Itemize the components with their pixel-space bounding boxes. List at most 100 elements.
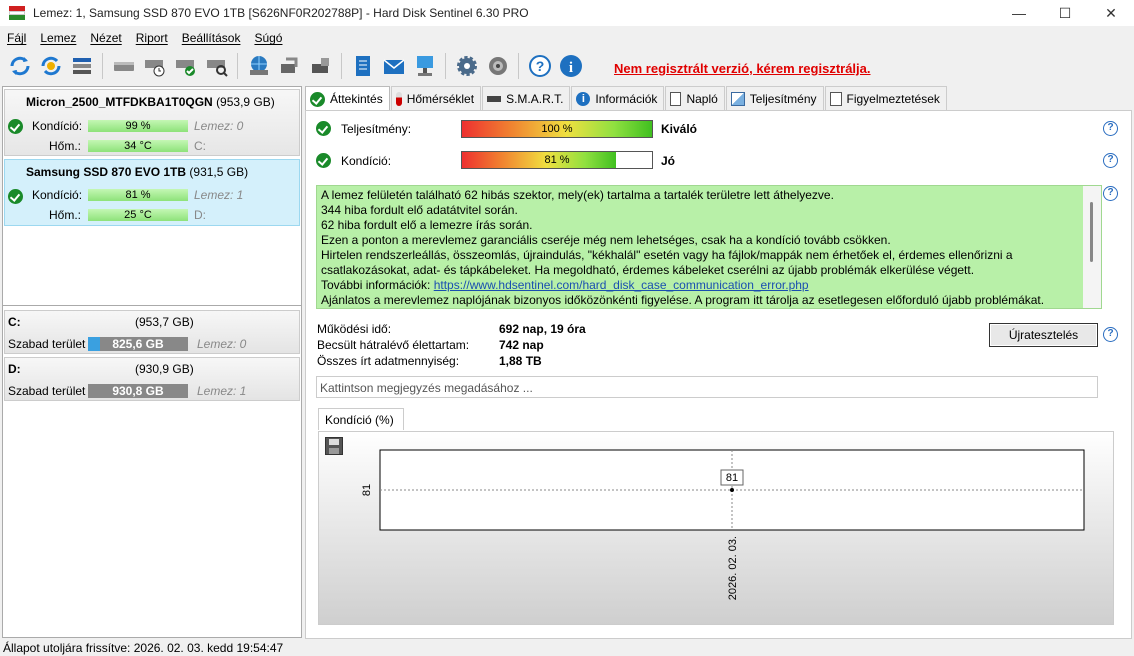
partition-item-c[interactable]: C: (953,7 GB) Szabad terület 825,6 GB Le… [4, 310, 300, 354]
partition-item-d[interactable]: D: (930,9 GB) Szabad terület 930,8 GB Le… [4, 357, 300, 401]
temp-bar: 34 °C [88, 140, 188, 152]
disk-item-samsung[interactable]: Samsung SSD 870 EVO 1TB (931,5 GB) Kondí… [4, 159, 300, 226]
more-info-link[interactable]: https://www.hdsentinel.com/hard_disk_cas… [434, 278, 809, 292]
condition-bar: 99 % [88, 120, 188, 132]
ok-icon [310, 91, 325, 107]
document-icon [670, 91, 682, 106]
tab-information[interactable]: i Információk [571, 86, 665, 110]
help-icon[interactable]: ? [526, 53, 553, 80]
free-space-label: Szabad terület [8, 384, 86, 398]
settings-icon[interactable] [453, 53, 480, 80]
disk-search-icon[interactable] [203, 53, 230, 80]
svg-text:?: ? [535, 58, 544, 74]
disk-transfer-icon[interactable] [276, 53, 303, 80]
message-scrollbar[interactable] [1083, 186, 1101, 308]
partition-errors: Lemez: 1 [197, 384, 247, 398]
toolbar: ? i [0, 49, 1134, 83]
network-icon[interactable] [411, 53, 438, 80]
temp-bar: 25 °C [88, 209, 188, 221]
disk-schedule-icon[interactable] [141, 53, 168, 80]
disk-item-micron[interactable]: Micron_2500_MTFDKBA1T0QGN (953,9 GB) Kon… [4, 89, 300, 156]
status-message-text: A lemez felületén található 62 hibás sze… [321, 188, 1045, 307]
minimize-button[interactable]: — [996, 0, 1042, 26]
disk-external-icon[interactable] [307, 53, 334, 80]
menu-view[interactable]: Nézet [83, 31, 128, 45]
menu-help[interactable]: Súgó [247, 31, 289, 45]
thermometer-icon [395, 91, 402, 106]
free-space-bar: 825,6 GB [88, 337, 188, 351]
condition-label: Kondíció: [341, 154, 392, 168]
condition-ok-icon [316, 153, 331, 168]
window-title: Lemez: 1, Samsung SSD 870 EVO 1TB [S626N… [33, 6, 529, 20]
performance-bar: 100 % [461, 120, 653, 138]
notes-icon[interactable] [349, 53, 376, 80]
tab-smart[interactable]: S.M.A.R.T. [482, 86, 571, 110]
tab-performance[interactable]: Teljesítmény [725, 86, 824, 110]
tab-alerts[interactable]: Figyelmeztetések [824, 86, 947, 110]
info-icon: i [576, 91, 591, 106]
total-written-label: Összes írt adatmennyiség: [317, 354, 460, 368]
drive-letter: C: [194, 139, 206, 153]
status-ok-icon [8, 119, 23, 134]
mail-icon[interactable] [380, 53, 407, 80]
maximize-button[interactable]: ☐ [1042, 0, 1088, 26]
tab-overview[interactable]: Áttekintés [305, 86, 390, 111]
partition-size: (953,7 GB) [135, 315, 194, 329]
svg-text:i: i [568, 60, 572, 76]
title-bar: Lemez: 1, Samsung SSD 870 EVO 1TB [S626N… [0, 0, 1134, 26]
data-point [730, 488, 734, 492]
menu-disk[interactable]: Lemez [33, 31, 83, 45]
close-button[interactable]: ✕ [1088, 0, 1134, 26]
tab-bar: Áttekintés Hőmérséklet S.M.A.R.T. i Infor… [305, 86, 948, 111]
tab-log[interactable]: Napló [665, 86, 725, 110]
network-disk-icon[interactable] [245, 53, 272, 80]
app-icon [9, 6, 25, 20]
help-icon[interactable]: ? [1103, 327, 1118, 342]
temp-label: Hőm.: [49, 139, 82, 153]
performance-label: Teljesítmény: [341, 122, 412, 136]
sound-icon[interactable] [484, 53, 511, 80]
total-written-value: 1,88 TB [499, 354, 542, 368]
temp-label: Hőm.: [49, 208, 82, 222]
note-input[interactable]: Kattintson megjegyzés megadásához ... [316, 376, 1098, 398]
partition-letter: C: [8, 315, 21, 329]
condition-rating: Jó [661, 154, 676, 168]
data-label: 81 [726, 472, 738, 484]
help-icon[interactable]: ? [1103, 186, 1118, 201]
tab-condition-chart[interactable]: Kondíció (%) [318, 408, 404, 430]
divider [3, 305, 301, 306]
menu-settings[interactable]: Beállítások [175, 31, 248, 45]
status-ok-icon [8, 189, 23, 204]
refresh-all-icon[interactable] [37, 53, 64, 80]
disk-list-icon[interactable] [68, 53, 95, 80]
performance-rating: Kiváló [661, 122, 698, 136]
condition-chart: 81 81 2026. 02. 03. [318, 431, 1114, 625]
disk-ok-icon[interactable] [172, 53, 199, 80]
disk-errors: Lemez: 1 [194, 188, 244, 202]
partition-errors: Lemez: 0 [197, 337, 247, 351]
help-icon[interactable]: ? [1103, 121, 1118, 136]
overview-content: Teljesítmény: 100 % Kiváló ? Kondíció: 8… [305, 110, 1132, 639]
tab-temperature[interactable]: Hőmérséklet [390, 86, 482, 110]
menu-bar: Fájl Lemez Nézet Riport Beállítások Súgó [0, 28, 289, 48]
condition-label: Kondíció: [32, 188, 83, 202]
registration-notice-link[interactable]: Nem regisztrált verzió, kérem regisztrál… [614, 61, 871, 76]
chart-icon [730, 91, 745, 106]
retest-button[interactable]: Újratesztelés [989, 323, 1098, 347]
x-tick-label: 2026. 02. 03. [727, 536, 739, 600]
condition-chart-svg: 81 81 2026. 02. 03. [361, 449, 1085, 600]
info-icon[interactable]: i [557, 53, 584, 80]
alerts-icon [829, 91, 842, 106]
disk-title: Samsung SSD 870 EVO 1TB (931,5 GB) [26, 165, 249, 179]
refresh-icon[interactable] [6, 53, 33, 80]
status-message-box: A lemez felületén található 62 hibás sze… [316, 185, 1102, 309]
menu-report[interactable]: Riport [129, 31, 175, 45]
y-tick-label: 81 [361, 484, 373, 496]
status-bar: Állapot utoljára frissítve: 2026. 02. 03… [3, 641, 284, 655]
uptime-value: 692 nap, 19 óra [499, 322, 586, 336]
remaining-life-value: 742 nap [499, 338, 544, 352]
disk-icon[interactable] [110, 53, 137, 80]
menu-file[interactable]: Fájl [0, 31, 33, 45]
condition-bar: 81 % [461, 151, 653, 169]
help-icon[interactable]: ? [1103, 153, 1118, 168]
